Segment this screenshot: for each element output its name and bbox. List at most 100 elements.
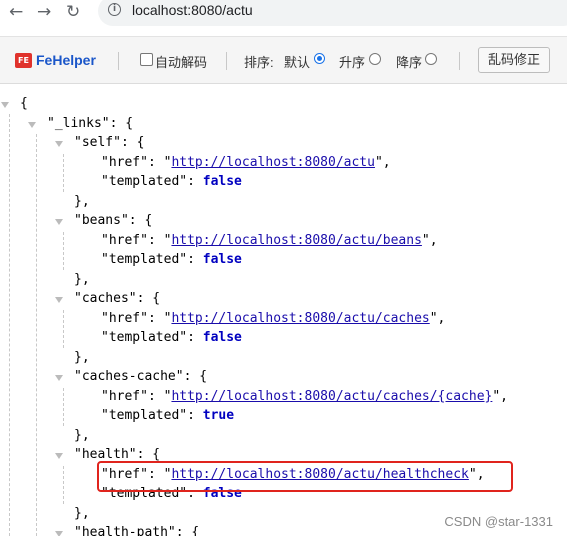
json-punct: }, (74, 271, 90, 287)
json-key: "templated" (101, 408, 188, 423)
indent-guide (63, 388, 64, 426)
fehelper-title: FeHelper (36, 52, 96, 68)
json-punct: ", (492, 388, 509, 404)
json-punct: : { (136, 447, 161, 462)
indent-guide (63, 154, 64, 192)
toolbar-divider (118, 52, 119, 70)
forward-arrow-icon[interactable]: → (37, 2, 51, 22)
json-line: }, (74, 193, 90, 211)
json-key: "href" (101, 232, 148, 248)
site-info-icon[interactable]: i (108, 3, 121, 16)
sort-default-label: 默认 (284, 55, 311, 70)
sort-asc-radio[interactable] (369, 53, 381, 65)
json-line: }, (74, 349, 90, 367)
json-link[interactable]: http://localhost:8080/actu/beans (171, 233, 421, 248)
json-punct: ", (421, 232, 438, 248)
json-line: "_links": { (47, 115, 133, 133)
collapse-toggle-icon[interactable] (55, 141, 63, 147)
auto-decode-checkbox[interactable] (140, 53, 153, 66)
address-bar[interactable]: i localhost:8080/actu (98, 0, 567, 26)
json-punct: : { (183, 369, 208, 384)
json-line: "href": "http://localhost:8080/actu/cach… (101, 388, 508, 406)
json-punct: : " (147, 154, 172, 170)
sort-desc-label: 降序 (396, 55, 423, 70)
fehelper-toolbar: FE FeHelper 自动解码 排序: 默认 升序 降序 乱码修正 (0, 37, 567, 84)
json-key: "caches-cache" (74, 369, 184, 384)
collapse-toggle-icon[interactable] (1, 102, 9, 108)
json-value: false (202, 252, 242, 267)
json-line: "href": "http://localhost:8080/actu/cach… (101, 310, 445, 328)
url-text[interactable]: localhost:8080/actu (132, 2, 253, 18)
json-punct: }, (74, 193, 90, 209)
json-value: true (202, 408, 235, 423)
auto-decode-label: 自动解码 (155, 55, 208, 70)
watermark: CSDN @star-1331 (444, 514, 553, 529)
json-key: "href" (101, 388, 148, 404)
back-arrow-icon[interactable]: ← (9, 2, 23, 22)
browser-toolbar: ← → ↻ i localhost:8080/actu (0, 0, 567, 27)
fix-encoding-button[interactable]: 乱码修正 (478, 47, 550, 73)
json-line: "templated": true (101, 407, 234, 425)
json-key: "self" (74, 135, 121, 150)
collapse-toggle-icon[interactable] (55, 453, 63, 459)
json-key: "href" (101, 310, 148, 326)
collapse-toggle-icon[interactable] (55, 531, 63, 536)
json-line: "caches-cache": { (74, 368, 207, 386)
json-line: "href": "http://localhost:8080/actu/bean… (101, 232, 438, 250)
json-punct: : { (120, 135, 145, 150)
json-punct: : (187, 330, 203, 345)
json-punct: : (187, 174, 203, 189)
indent-guide (63, 310, 64, 348)
json-link[interactable]: http://localhost:8080/actu/caches (171, 311, 429, 326)
json-punct: ", (429, 310, 446, 326)
reload-icon[interactable]: ↻ (66, 2, 80, 22)
json-punct: : { (128, 213, 153, 228)
indent-guide (63, 232, 64, 270)
json-line: "self": { (74, 134, 144, 152)
collapse-toggle-icon[interactable] (55, 375, 63, 381)
json-line: }, (74, 505, 90, 523)
sort-default-radio[interactable] (314, 53, 325, 64)
fehelper-logo-icon: FE (15, 53, 32, 68)
indent-guide (36, 134, 37, 536)
indent-guide (9, 114, 10, 536)
toolbar-divider (459, 52, 460, 70)
json-value: false (202, 330, 242, 345)
json-line: "templated": false (101, 329, 242, 347)
json-punct: : " (147, 232, 172, 248)
json-key: "health-path" (74, 525, 176, 536)
json-line: { (20, 95, 28, 113)
json-punct: }, (74, 505, 90, 521)
json-key: "caches" (74, 291, 137, 306)
json-punct: }, (74, 427, 90, 443)
json-key: "health" (74, 447, 137, 462)
sort-desc-radio[interactable] (425, 53, 437, 65)
json-link[interactable]: http://localhost:8080/actu (171, 155, 375, 170)
json-value: false (202, 174, 242, 189)
json-line: }, (74, 427, 90, 445)
json-punct: : { (109, 115, 134, 131)
toolbar-divider (226, 52, 227, 70)
json-key: "templated" (101, 252, 188, 267)
json-punct: : " (147, 388, 172, 404)
json-line: "templated": false (101, 173, 242, 191)
json-key: "templated" (101, 174, 188, 189)
collapse-toggle-icon[interactable] (55, 297, 63, 303)
collapse-toggle-icon[interactable] (28, 121, 36, 128)
highlight-box (97, 461, 513, 492)
json-line: "caches": { (74, 290, 160, 308)
json-key: "templated" (101, 330, 188, 345)
json-punct: ", (374, 154, 391, 170)
json-punct: { (20, 96, 28, 111)
json-line: "health-path": { (74, 524, 199, 536)
json-link[interactable]: http://localhost:8080/actu/caches/{cache… (171, 389, 492, 404)
json-punct: : { (136, 291, 161, 306)
json-line: "href": "http://localhost:8080/actu", (101, 154, 391, 172)
sort-asc-label: 升序 (339, 55, 366, 70)
json-line: "templated": false (101, 251, 242, 269)
json-punct: : (187, 252, 203, 267)
collapse-toggle-icon[interactable] (55, 219, 63, 225)
json-key: "_links" (47, 115, 110, 131)
json-key: "beans" (74, 213, 129, 228)
json-punct: : { (175, 525, 200, 536)
